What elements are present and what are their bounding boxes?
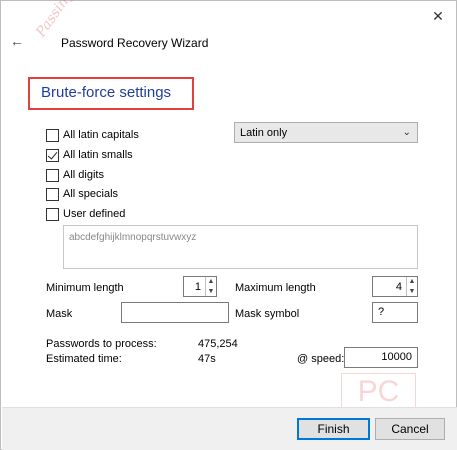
min-length-stepper[interactable]: 1 ▲ ▼ xyxy=(183,276,217,297)
arrow-up-icon[interactable]: ▲ xyxy=(409,277,416,286)
max-length-stepper[interactable]: 4 ▲ ▼ xyxy=(372,276,418,297)
back-button[interactable]: ← xyxy=(10,33,26,49)
close-icon: ✕ xyxy=(432,8,444,24)
back-arrow-icon: ← xyxy=(10,33,24,49)
stepper-arrows[interactable]: ▲ ▼ xyxy=(406,277,417,296)
mask-symbol-label: Mask symbol xyxy=(235,308,300,320)
checkbox-box[interactable] xyxy=(46,148,59,162)
close-button[interactable]: ✕ xyxy=(428,6,448,26)
checkbox-box[interactable] xyxy=(46,168,59,182)
speed-label: @ speed: xyxy=(297,353,345,365)
checkbox-label: User defined xyxy=(63,208,126,220)
wizard-title: Password Recovery Wizard xyxy=(61,36,209,50)
estimated-time-label: Estimated time: xyxy=(46,353,122,365)
wizard-window: PassingPC PC ✕ ← Password Recovery Wizar… xyxy=(0,0,457,450)
chevron-down-icon: ⌄ xyxy=(402,127,411,138)
cancel-button[interactable]: Cancel xyxy=(375,418,445,440)
max-length-value: 4 xyxy=(395,280,402,293)
checkbox-all-latin-smalls[interactable]: All latin smalls xyxy=(46,147,133,163)
finish-button[interactable]: Finish xyxy=(297,418,370,440)
arrow-up-icon[interactable]: ▲ xyxy=(208,277,215,286)
select-value: Latin only xyxy=(240,126,288,139)
arrow-down-icon[interactable]: ▼ xyxy=(208,287,215,296)
min-length-label: Minimum length xyxy=(46,282,124,294)
checkbox-box[interactable] xyxy=(46,128,59,142)
passwords-to-process-value: 475,254 xyxy=(198,338,238,350)
checkbox-user-defined[interactable]: User defined xyxy=(46,206,125,222)
checkbox-box[interactable] xyxy=(46,207,59,221)
stepper-arrows[interactable]: ▲ ▼ xyxy=(205,277,216,296)
checkbox-all-latin-capitals[interactable]: All latin capitals xyxy=(46,127,139,143)
section-title: Brute-force settings xyxy=(41,84,172,101)
button-bar: Finish Cancel xyxy=(2,407,457,450)
mask-input[interactable] xyxy=(121,302,229,323)
passwords-to-process-label: Passwords to process: xyxy=(46,338,157,350)
arrow-down-icon[interactable]: ▼ xyxy=(409,287,416,296)
checkbox-label: All specials xyxy=(63,188,119,200)
watermark-logo: PC xyxy=(341,373,416,411)
checkbox-label: All latin capitals xyxy=(63,129,139,141)
mask-symbol-input[interactable]: ? xyxy=(372,302,418,323)
checkbox-all-digits[interactable]: All digits xyxy=(46,167,104,183)
mask-label: Mask xyxy=(46,308,73,320)
speed-input[interactable]: 10000 xyxy=(344,347,418,368)
user-defined-charset-input[interactable]: abcdefghijklmnopqrstuvwxyz xyxy=(63,225,418,269)
watermark-text: PassingPC xyxy=(33,0,89,41)
max-length-label: Maximum length xyxy=(235,282,316,294)
min-length-value: 1 xyxy=(194,280,201,293)
checkbox-all-specials[interactable]: All specials xyxy=(46,186,118,202)
checkbox-label: All latin smalls xyxy=(63,149,133,161)
estimated-time-value: 47s xyxy=(198,353,216,365)
checkbox-box[interactable] xyxy=(46,187,59,201)
checkbox-label: All digits xyxy=(63,169,104,181)
charset-language-select[interactable]: Latin only ⌄ xyxy=(234,122,418,143)
